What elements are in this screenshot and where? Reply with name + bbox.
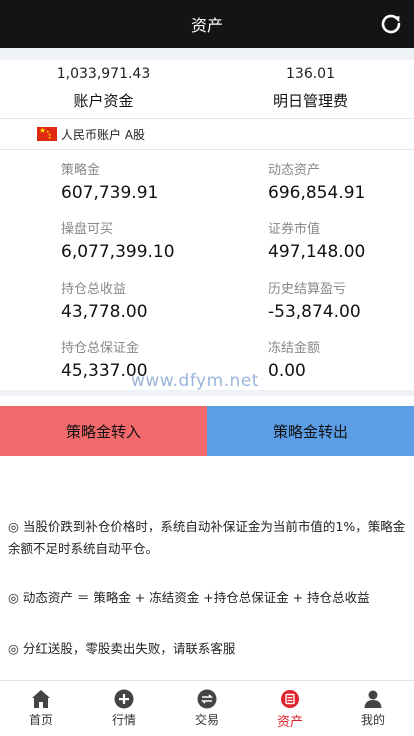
stat-label: 历史结算盈亏 xyxy=(268,282,347,297)
tab-market[interactable]: 行情 xyxy=(83,681,165,736)
stat-label: 策略金 xyxy=(61,163,101,178)
wallet-icon xyxy=(281,690,299,708)
account-summary: 1,033,971.43 账户资金 136.01 明日管理费 xyxy=(0,60,414,117)
stat-value: -53,874.00 xyxy=(268,302,361,322)
china-flag-icon: ★ ★ ★ ★ xyxy=(37,126,57,141)
tab-profile[interactable]: 我的 xyxy=(332,681,414,736)
tomorrow-fee-value: 136.01 xyxy=(286,66,335,82)
transfer-in-button[interactable]: 策略金转入 xyxy=(0,406,207,456)
account-funds: 1,033,971.43 账户资金 xyxy=(0,60,207,114)
app-header: 资产 xyxy=(0,0,414,48)
tab-label: 行情 xyxy=(111,713,136,727)
tomorrow-fee: 136.01 明日管理费 xyxy=(207,60,414,114)
home-icon xyxy=(32,690,50,708)
watermark: www.dfym.net xyxy=(131,371,259,391)
note-dynamic-assets-formula: ◎ 动态资产 ＝ 策略金 + 冻结资金 +持仓总保证金 + 持仓总收益 xyxy=(8,590,370,605)
tab-trade[interactable]: 交易 xyxy=(166,681,248,736)
stat-label: 冻结金额 xyxy=(268,341,321,356)
exchange-icon xyxy=(197,689,217,709)
stat-value: 43,778.00 xyxy=(61,302,148,322)
stat-buying-power: 操盘可买 6,077,399.10 xyxy=(61,221,268,264)
stat-frozen-amount: 冻结金额 0.00 xyxy=(268,340,414,383)
bottom-tab-bar: 首页 行情 交易 资产 我的 xyxy=(0,680,414,736)
stat-dynamic-assets: 动态资产 696,854.91 xyxy=(268,162,414,205)
stat-position-profit: 持仓总收益 43,778.00 xyxy=(61,281,268,324)
account-funds-label: 账户资金 xyxy=(73,92,134,110)
stat-value: 0.00 xyxy=(268,361,306,381)
refresh-icon[interactable] xyxy=(378,11,404,37)
stat-value: 696,854.91 xyxy=(268,183,366,203)
tab-label: 交易 xyxy=(194,713,219,727)
page-title: 资产 xyxy=(190,16,223,35)
stat-label: 操盘可买 xyxy=(61,222,114,237)
transfer-out-button[interactable]: 策略金转出 xyxy=(207,406,414,456)
tab-label: 资产 xyxy=(276,715,303,730)
note-auto-margin: ◎ 当股价跌到补仓价格时，系统自动补保证金为当前市值的1%，策略金余额不足时系统… xyxy=(8,519,406,556)
tab-assets[interactable]: 资产 xyxy=(249,681,331,736)
stat-value: 607,739.91 xyxy=(61,183,159,203)
stat-label: 证券市值 xyxy=(268,222,321,237)
stat-strategy-fund: 策略金 607,739.91 xyxy=(61,162,268,205)
stat-label: 持仓总保证金 xyxy=(61,341,140,356)
account-funds-value: 1,033,971.43 xyxy=(56,66,151,82)
stat-value: 6,077,399.10 xyxy=(61,242,175,262)
stat-label: 动态资产 xyxy=(268,163,321,178)
tab-home[interactable]: 首页 xyxy=(0,681,82,736)
user-icon xyxy=(364,690,382,708)
tomorrow-fee-label: 明日管理费 xyxy=(272,92,348,110)
stat-label: 持仓总收益 xyxy=(61,282,127,297)
stat-value: 497,148.00 xyxy=(268,242,366,262)
header-accent-strip xyxy=(0,48,414,60)
account-type-row: ★ ★ ★ ★ 人民币账户 A股 xyxy=(0,118,414,150)
tab-label: 首页 xyxy=(28,713,53,727)
account-type-label: 人民币账户 A股 xyxy=(61,127,146,142)
stat-settled-pnl: 历史结算盈亏 -53,874.00 xyxy=(268,281,414,324)
asset-stats-grid: 策略金 607,739.91 动态资产 696,854.91 操盘可买 6,07… xyxy=(0,150,414,388)
section-divider xyxy=(0,390,414,396)
plus-circle-icon xyxy=(114,689,134,709)
tab-label: 我的 xyxy=(360,713,385,727)
stat-market-value: 证券市值 497,148.00 xyxy=(268,221,414,264)
note-dividend-contact: ◎ 分红送股，零股卖出失败，请联系客服 xyxy=(8,641,236,656)
